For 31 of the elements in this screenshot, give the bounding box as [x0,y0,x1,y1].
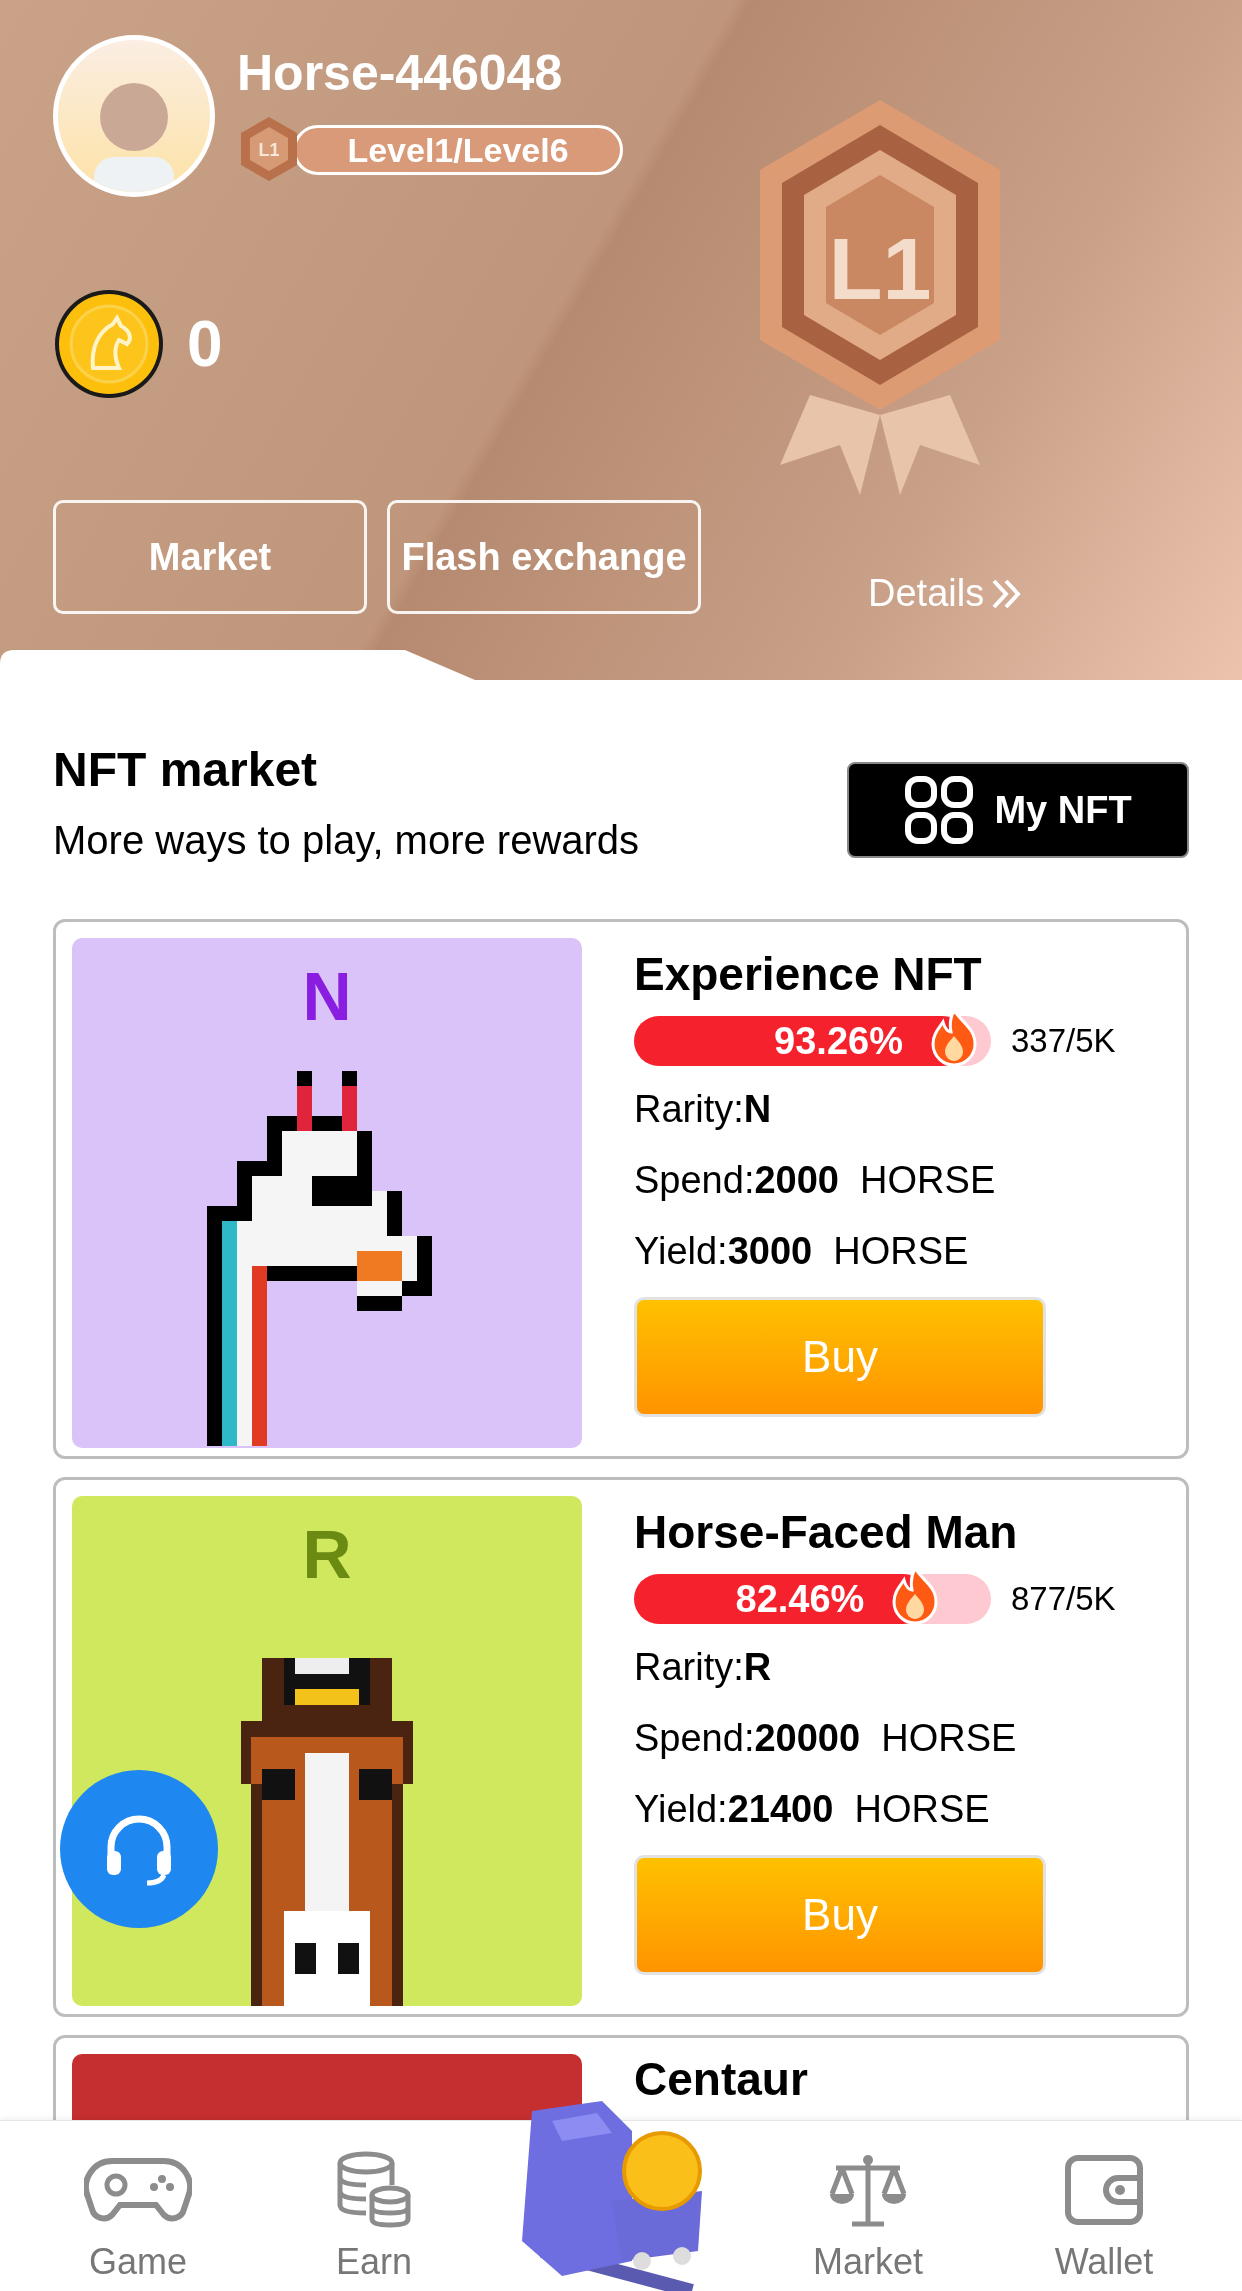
rarity-label: Rarity:R [634,1645,773,1690]
medal-label: L1 [827,225,933,313]
rarity-letter: R [302,1520,352,1588]
details-link[interactable]: Details [868,565,1025,622]
spend-price: Spend:20000 HORSE [634,1716,1018,1761]
nft-name: Experience NFT [634,947,983,1002]
my-nft-button[interactable]: My NFT [847,762,1189,858]
yield-amount: Yield:3000 HORSE [634,1229,970,1274]
coin-balance: 0 [187,307,223,382]
stock-count: 337/5K [1011,1021,1116,1062]
yield-amount: Yield:21400 HORSE [634,1787,991,1832]
nav-tab[interactable]: Market [750,2121,986,2289]
nft-name: Centaur [634,2056,808,2102]
horse-coin-icon [53,288,165,400]
username: Horse-446048 [237,44,564,103]
rarity-letter: N [302,962,352,1030]
header-button[interactable]: Market [53,500,367,614]
progress-percent: 82.46% [735,1577,865,1622]
nav-tab[interactable]: Wallet [986,2121,1222,2289]
nav-tab[interactable]: Game [20,2121,256,2289]
header-button[interactable]: Flash exchange [387,500,701,614]
stock-count: 877/5K [1011,1579,1116,1620]
coin-stack-icon [336,2151,412,2229]
section-title: NFT market [53,742,319,798]
grid-icon [904,775,975,845]
section-subtitle: More ways to play, more rewards [53,817,640,864]
nav-tab[interactable]: Earn [256,2121,492,2289]
rarity-label: Rarity:N [634,1087,773,1132]
nft-name: Horse-Faced Man [634,1505,1019,1560]
spend-price: Spend:2000 HORSE [634,1158,997,1203]
progress-percent: 93.26% [774,1019,903,1064]
